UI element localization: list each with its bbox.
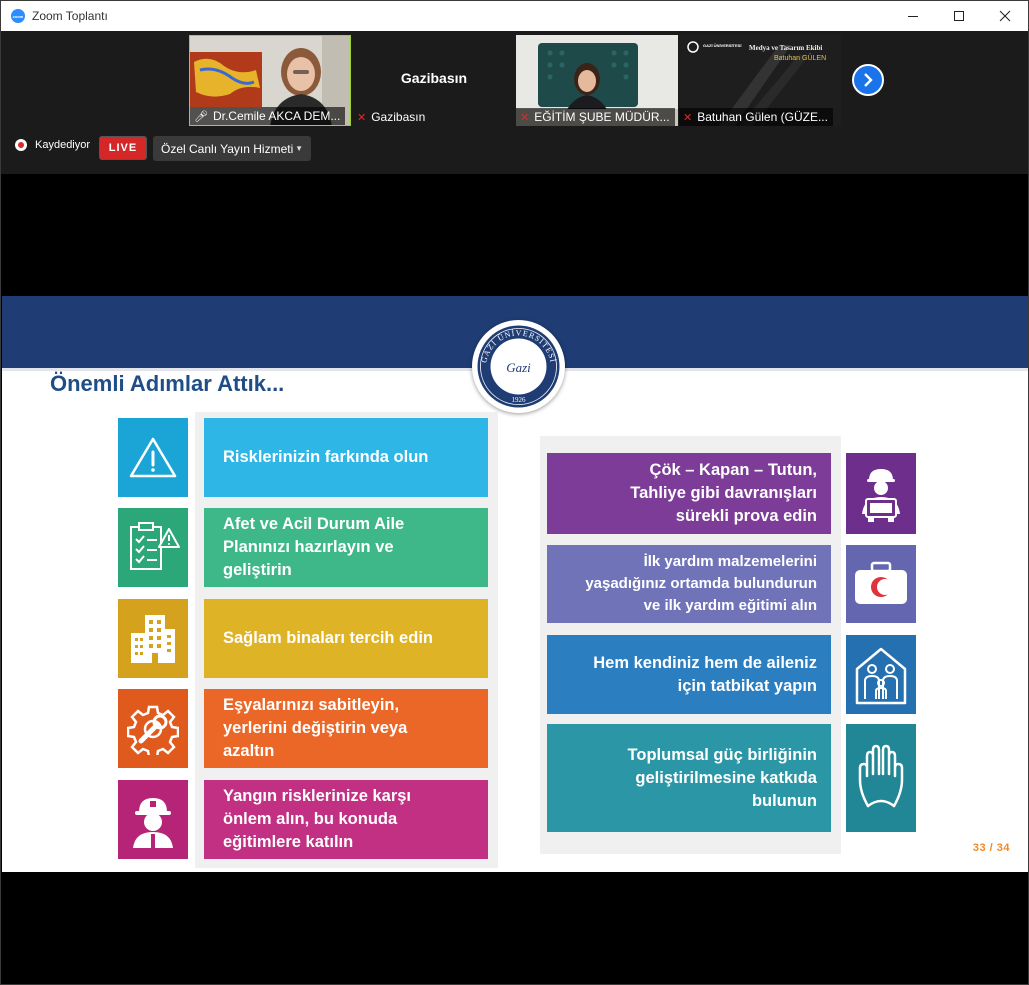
slide-title: Önemli Adımlar Attık... [50, 371, 285, 396]
microphone-muted-icon: ✕ [683, 111, 693, 124]
microphone-muted-icon: ✕ [520, 111, 530, 124]
slide-page-number: 33 / 34 [972, 842, 1010, 854]
person-covering-icon [846, 453, 916, 534]
minimize-button[interactable] [890, 1, 936, 31]
live-stream-dropdown[interactable]: Özel Canlı Yayın Hizmeti ▼ [153, 136, 311, 161]
list-item: Toplumsal güç birliğinin geliştirilmesin… [547, 724, 831, 832]
caret-down-icon: ▼ [295, 144, 303, 153]
list-item: Afet ve Acil Durum Aile Planınızı hazırl… [204, 508, 488, 587]
checklist-icon [118, 508, 188, 587]
building-icon [118, 599, 188, 678]
zoom-app-icon: zoom [11, 9, 25, 23]
list-item: Hem kendiniz hem de aileniz için tatbika… [547, 635, 831, 714]
participant-display-name: Gazibasın [400, 70, 468, 86]
participant-name-label: ✕ Batuhan Gülen (GÜZE... [679, 108, 833, 126]
maximize-button[interactable] [936, 1, 982, 31]
video-text-line: Medya ve Tasarım Ekibi [749, 44, 823, 52]
shared-screen-slide: Önemli Adımlar Attık... GAZİ ÜNİVERSİTES… [2, 296, 1028, 872]
close-button[interactable] [982, 1, 1028, 31]
zoom-window: zoom Zoom Toplantı 🎤︎ Dr.Cemile AKCA DEM… [0, 0, 1029, 985]
video-gallery-strip: 🎤︎ Dr.Cemile AKCA DEM... Gazibasın ✕ Gazib… [1, 31, 1028, 174]
firefighter-icon [118, 780, 188, 859]
first-aid-kit-icon [846, 545, 916, 623]
list-item: Eşyalarınızı sabitleyin, yerlerini değiş… [204, 689, 488, 768]
close-icon [999, 10, 1011, 22]
family-house-icon [846, 635, 916, 714]
title-bar: zoom Zoom Toplantı [1, 1, 1028, 31]
recording-indicator[interactable]: Kaydediyor [15, 139, 90, 151]
participant-name-label: 🎤︎ Dr.Cemile AKCA DEM... [190, 107, 346, 125]
list-item: Yangın risklerinize karşı önlem alın, bu… [204, 780, 488, 859]
window-title: Zoom Toplantı [32, 9, 108, 23]
video-text-line: Batuhan GÜLEN [774, 55, 827, 62]
participant-tile[interactable]: Gazibasın ✕ Gazibasın [353, 35, 515, 126]
recording-label: Kaydediyor [35, 139, 91, 151]
university-logo: GAZİ ÜNİVERSİTESİ 1926 Gazi [472, 320, 565, 413]
microphone-icon: 🎤︎ [194, 110, 208, 123]
gear-wrench-icon [118, 689, 188, 768]
record-icon [15, 139, 27, 151]
live-badge[interactable]: LIVE [99, 136, 147, 160]
microphone-muted-icon: ✕ [357, 111, 367, 124]
participant-tile[interactable]: GAZİ ÜNİVERSİTESİ Medya ve Tasarım Ekibi… [679, 35, 841, 126]
participant-tile[interactable]: ✕ EĞİTİM ŞUBE MÜDÜR... [516, 35, 678, 126]
list-item: Çök – Kapan – Tutun, Tahliye gibi davran… [547, 453, 831, 534]
list-item: Risklerinizin farkında olun [204, 418, 488, 497]
svg-text:1926: 1926 [512, 396, 527, 404]
video-logo-text: GAZİ ÜNİVERSİTESİ [703, 43, 742, 48]
hands-icon [846, 724, 916, 832]
participant-tile[interactable]: 🎤︎ Dr.Cemile AKCA DEM... [189, 35, 351, 126]
live-stream-service-label: Özel Canlı Yayın Hizmeti [161, 141, 294, 156]
chevron-right-icon [864, 73, 873, 87]
participant-name-label: ✕ Gazibasın [357, 110, 426, 124]
warning-icon [118, 418, 188, 497]
list-item: İlk yardım malzemelerini yaşadığınız ort… [547, 545, 831, 623]
list-item: Sağlam binaları tercih edin [204, 599, 488, 678]
minimize-icon [908, 16, 918, 17]
svg-text:Gazi: Gazi [506, 360, 531, 375]
maximize-icon [954, 11, 964, 21]
next-page-button[interactable] [852, 64, 884, 96]
participant-name-label: ✕ EĞİTİM ŞUBE MÜDÜR... [516, 108, 675, 126]
